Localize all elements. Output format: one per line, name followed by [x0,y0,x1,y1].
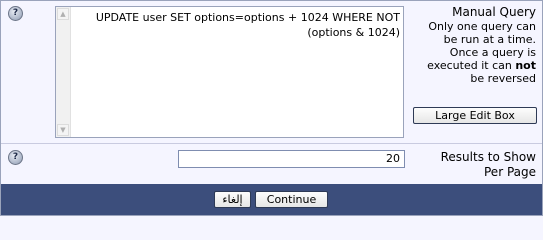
desc-line: be run at a time. [443,33,536,46]
query-form: ? ▲ ▼ UPDATE user SET options=options + … [0,0,543,216]
manual-query-row: ? ▲ ▼ UPDATE user SET options=options + … [1,1,542,144]
large-edit-box-button[interactable]: Large Edit Box [413,107,537,124]
continue-button[interactable]: Continue [255,191,328,208]
desc-bold: not [515,59,536,72]
cancel-button[interactable]: إلغاء [214,191,251,208]
scroll-up-icon[interactable]: ▲ [57,8,69,20]
textarea-scrollbar[interactable]: ▲ ▼ [56,7,71,137]
label-line: Results to Show [440,150,536,164]
desc-line: be reversed [470,72,536,85]
help-icon[interactable]: ? [8,150,23,165]
results-per-page-input[interactable]: 20 [178,150,405,168]
desc-line: Once a query is [449,46,536,59]
label-line: Per Page [484,165,536,179]
manual-query-title: Manual Query [452,5,536,19]
desc-line: Only one query can [428,20,536,33]
help-icon[interactable]: ? [8,6,23,21]
desc-text: executed it can [427,59,512,72]
desc-line: executed it can not [427,59,536,72]
manual-query-description: Manual Query Only one query can be run a… [427,5,536,85]
textarea-value: UPDATE user SET options=options + 1024 W… [95,11,400,39]
manual-query-textarea[interactable]: ▲ ▼ UPDATE user SET options=options + 10… [55,6,404,138]
results-per-page-label: Results to Show Per Page [441,150,536,180]
form-footer: إلغاء Continue [1,184,542,215]
scroll-down-icon[interactable]: ▼ [57,124,69,136]
